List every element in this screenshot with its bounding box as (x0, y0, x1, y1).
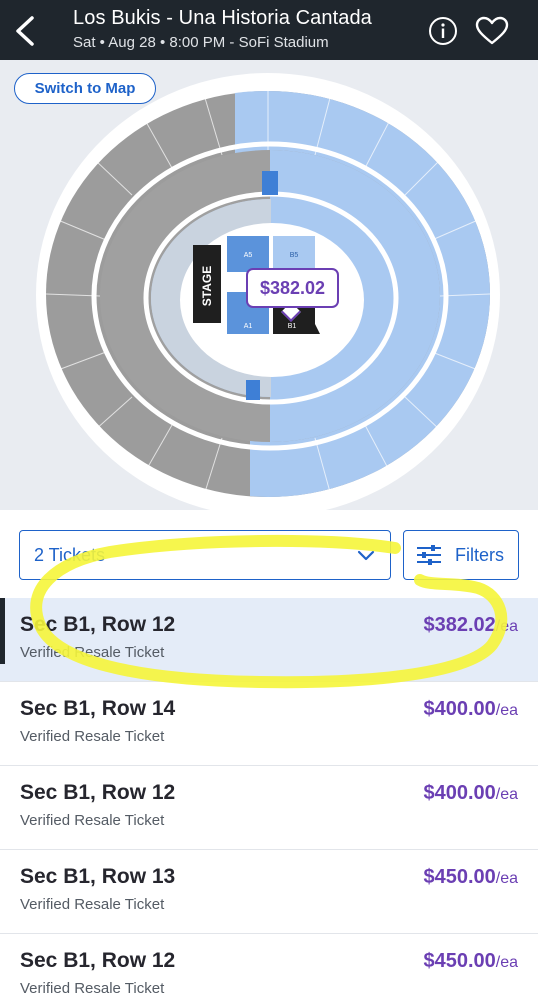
listing-row[interactable]: Sec B1, Row 13 Verified Resale Ticket $4… (0, 850, 538, 934)
listing-price-value: $400.00 (423, 698, 496, 720)
event-title-block: Los Bukis - Una Historia Cantada Sat • A… (73, 7, 372, 51)
listing-price: $400.00/ea (423, 782, 518, 805)
listing-subtitle: Verified Resale Ticket (20, 644, 165, 661)
listing-subtitle: Verified Resale Ticket (20, 980, 165, 997)
vip-box-top[interactable] (262, 171, 278, 195)
listing-price-value: $400.00 (423, 782, 496, 804)
sliders-icon (417, 545, 441, 565)
stage-label: STAGE (200, 266, 214, 306)
listing-price: $382.02/ea (423, 614, 518, 637)
filter-bar: 2 Tickets Filters (0, 510, 538, 598)
listing-title: Sec B1, Row 12 (20, 781, 176, 804)
listing-price-value: $450.00 (423, 866, 496, 888)
listing-subtitle: Verified Resale Ticket (20, 728, 165, 745)
section-B5-label: B5 (290, 252, 299, 259)
listing-title: Sec B1, Row 12 (20, 613, 176, 636)
listing-row[interactable]: Sec B1, Row 12 Verified Resale Ticket $4… (0, 934, 538, 1000)
listing-price-unit: /ea (495, 702, 518, 719)
listing-title: Sec B1, Row 12 (20, 949, 176, 972)
info-icon[interactable] (428, 16, 458, 46)
listing-title: Sec B1, Row 13 (20, 865, 176, 888)
switch-to-map-button[interactable]: Switch to Map (14, 73, 156, 104)
ticket-quantity-select[interactable]: 2 Tickets (19, 530, 391, 580)
chevron-down-icon (357, 550, 375, 561)
event-header: Los Bukis - Una Historia Cantada Sat • A… (0, 0, 538, 60)
section-B1-label: B1 (288, 323, 297, 330)
listing-subtitle: Verified Resale Ticket (20, 896, 165, 913)
listing-price-unit: /ea (495, 870, 518, 887)
vip-box-bottom[interactable] (246, 380, 260, 400)
listing-row[interactable]: Sec B1, Row 12 Verified Resale Ticket $4… (0, 766, 538, 850)
listing-price-unit: /ea (495, 618, 518, 635)
listing-title: Sec B1, Row 14 (20, 697, 176, 720)
filters-button[interactable]: Filters (403, 530, 519, 580)
listing-row[interactable]: Sec B1, Row 14 Verified Resale Ticket $4… (0, 682, 538, 766)
listing-subtitle: Verified Resale Ticket (20, 812, 165, 829)
listing-price-value: $382.02 (423, 614, 496, 636)
section-A1-label: A1 (244, 323, 253, 330)
seat-map[interactable]: STAGE A5 B5 A1 B1 Switch to Map $382.02 (0, 60, 538, 510)
listing-price: $400.00/ea (423, 698, 518, 721)
listing-price-unit: /ea (495, 786, 518, 803)
heart-icon[interactable] (475, 16, 509, 46)
section-A5-label: A5 (244, 252, 253, 259)
listing-price: $450.00/ea (423, 950, 518, 973)
event-title: Los Bukis - Una Historia Cantada (73, 7, 372, 29)
price-pin[interactable]: $382.02 (246, 268, 339, 308)
listing-price-unit: /ea (495, 954, 518, 971)
event-subtitle: Sat • Aug 28 • 8:00 PM - SoFi Stadium (73, 34, 329, 51)
listing-row[interactable]: Sec B1, Row 12 Verified Resale Ticket $3… (0, 598, 538, 682)
filters-label: Filters (455, 544, 504, 565)
listing-price-value: $450.00 (423, 950, 496, 972)
back-arrow-icon[interactable] (10, 12, 40, 50)
ticket-quantity-value: 2 Tickets (34, 544, 106, 565)
listing-price: $450.00/ea (423, 866, 518, 889)
